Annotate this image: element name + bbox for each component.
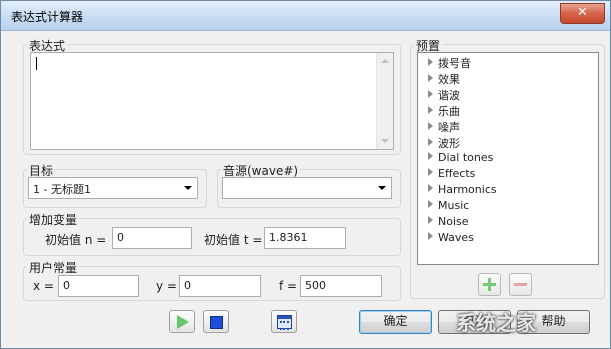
watermark-logo: 系统之家 bbox=[456, 311, 536, 335]
tree-item[interactable]: Music bbox=[428, 199, 469, 215]
expand-icon[interactable] bbox=[428, 200, 433, 208]
remove-preset-button[interactable] bbox=[509, 273, 532, 296]
f-constant-label: f = bbox=[279, 279, 298, 293]
presets-tree[interactable]: 拨号音 效果 谐波 乐曲 噪声 波形 Dial tones Effects Ha… bbox=[417, 52, 599, 265]
y-constant-input[interactable]: 0 bbox=[179, 275, 261, 297]
expression-textarea[interactable] bbox=[30, 52, 394, 150]
close-button[interactable]: ✕ bbox=[560, 3, 605, 24]
y-constant-label: y = bbox=[156, 279, 177, 293]
expand-icon[interactable] bbox=[428, 122, 433, 130]
calculator-icon bbox=[277, 315, 292, 330]
title-bar: 表达式计算器 ✕ bbox=[1, 1, 610, 31]
tree-item[interactable]: 效果 bbox=[428, 71, 460, 87]
ok-button[interactable]: 确定 bbox=[359, 310, 432, 334]
expand-icon[interactable] bbox=[428, 138, 433, 146]
expression-calculator-dialog: 表达式计算器 ✕ 表达式 目标 1 - 无标题1 音源(wave#) 增加变量 … bbox=[0, 0, 611, 349]
tree-item[interactable]: 谐波 bbox=[428, 87, 460, 103]
expand-icon[interactable] bbox=[428, 232, 433, 240]
tree-item[interactable]: 波形 bbox=[428, 135, 460, 151]
tree-item[interactable]: Noise bbox=[428, 215, 469, 231]
tree-item[interactable]: Harmonics bbox=[428, 183, 497, 199]
expand-icon[interactable] bbox=[428, 106, 433, 114]
window-title: 表达式计算器 bbox=[11, 10, 84, 24]
t-initial-input[interactable]: 1.8361 bbox=[264, 227, 346, 249]
n-initial-input[interactable]: 0 bbox=[112, 227, 192, 249]
expand-icon[interactable] bbox=[428, 152, 433, 160]
f-constant-value: 500 bbox=[305, 279, 326, 292]
chevron-down-icon bbox=[378, 186, 386, 190]
tree-item[interactable]: Waves bbox=[428, 231, 474, 247]
scroll-up-icon[interactable] bbox=[381, 59, 389, 63]
x-constant-label: x = bbox=[33, 279, 54, 293]
constants-label: 用户常量 bbox=[27, 259, 80, 276]
expression-scrollbar[interactable] bbox=[376, 53, 393, 149]
t-initial-value: 1.8361 bbox=[269, 231, 308, 244]
expression-group: 表达式 bbox=[23, 37, 401, 155]
scroll-down-icon[interactable] bbox=[381, 139, 389, 143]
expand-icon[interactable] bbox=[428, 74, 433, 82]
chevron-down-icon bbox=[184, 186, 192, 190]
target-selected-value: 1 - 无标题1 bbox=[33, 183, 91, 196]
y-constant-value: 0 bbox=[184, 279, 191, 292]
target-select[interactable]: 1 - 无标题1 bbox=[28, 177, 198, 199]
minus-icon bbox=[514, 283, 527, 286]
tree-item[interactable]: Effects bbox=[428, 167, 475, 183]
x-constant-input[interactable]: 0 bbox=[58, 275, 139, 297]
x-constant-value: 0 bbox=[63, 279, 70, 292]
expand-icon[interactable] bbox=[428, 216, 433, 224]
stop-button[interactable] bbox=[203, 310, 229, 333]
add-preset-button[interactable] bbox=[478, 273, 501, 296]
n-initial-label: 初始值 n = bbox=[45, 233, 107, 247]
stop-icon bbox=[210, 316, 223, 329]
calculator-button[interactable] bbox=[271, 310, 297, 333]
expand-icon[interactable] bbox=[428, 168, 433, 176]
increment-label: 增加变量 bbox=[27, 211, 80, 228]
expand-icon[interactable] bbox=[428, 58, 433, 66]
n-initial-value: 0 bbox=[117, 231, 124, 244]
tree-item[interactable]: 乐曲 bbox=[428, 103, 460, 119]
text-caret bbox=[36, 57, 37, 70]
t-initial-label: 初始值 t = bbox=[204, 233, 263, 247]
play-button[interactable] bbox=[169, 310, 195, 333]
source-select[interactable] bbox=[222, 177, 392, 199]
expand-icon[interactable] bbox=[428, 90, 433, 98]
tree-item[interactable]: Dial tones bbox=[428, 151, 493, 167]
f-constant-input[interactable]: 500 bbox=[300, 275, 382, 297]
tree-item[interactable]: 拨号音 bbox=[428, 55, 471, 71]
expand-icon[interactable] bbox=[428, 184, 433, 192]
tree-item[interactable]: 噪声 bbox=[428, 119, 460, 135]
play-icon bbox=[177, 315, 189, 329]
